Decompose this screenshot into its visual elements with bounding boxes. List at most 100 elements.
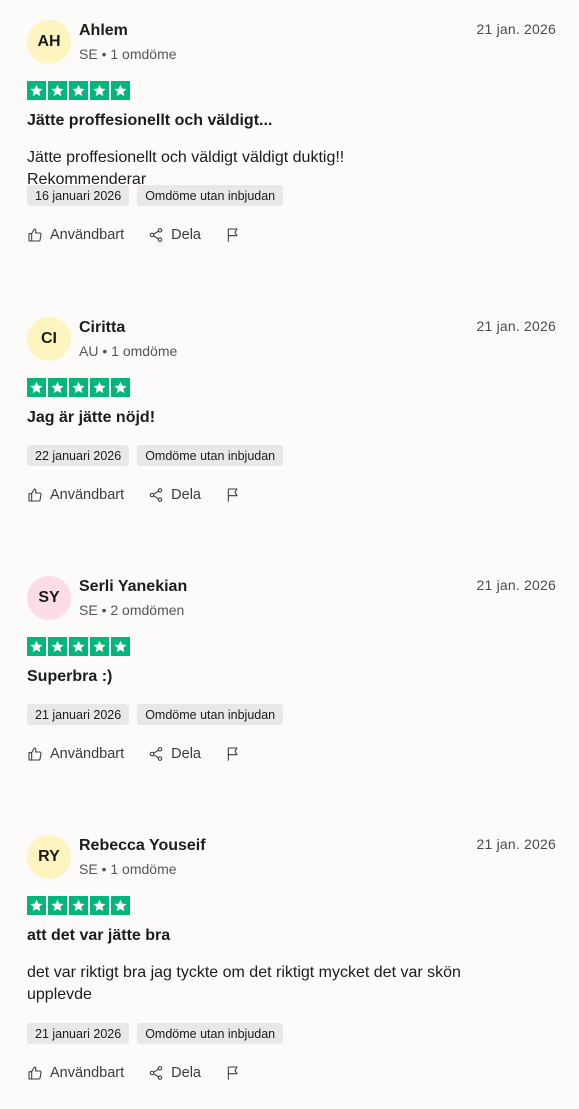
star-icon: [90, 896, 109, 915]
share-button[interactable]: Dela: [148, 487, 201, 503]
review-date: 21 jan. 2026: [476, 318, 556, 334]
star-icon: [69, 637, 88, 656]
experience-date-tag: 21 januari 2026: [27, 704, 130, 725]
useful-button[interactable]: Användbart: [27, 487, 124, 503]
reviewer-name[interactable]: Rebecca Youseif: [79, 837, 206, 855]
review-body: det var riktigt bra jag tyckte om det ri…: [27, 964, 461, 1003]
flag-icon: [225, 487, 241, 503]
review-tags: 16 januari 2026 Omdöme utan inbjudan: [27, 185, 284, 206]
reviewer-country: AU: [79, 343, 99, 359]
experience-date-tag: 16 januari 2026: [27, 185, 130, 206]
avatar[interactable]: SY: [27, 576, 71, 620]
reviewer-meta: SE • 1 omdöme: [79, 46, 177, 62]
useful-button[interactable]: Användbart: [27, 746, 124, 762]
share-label: Dela: [171, 227, 201, 243]
report-button[interactable]: [225, 487, 241, 503]
share-icon: [148, 487, 171, 503]
invite-status-tag: Omdöme utan inbjudan: [137, 704, 284, 725]
review-date: 21 jan. 2026: [476, 577, 556, 593]
star-icon: [69, 896, 88, 915]
star-icon: [48, 896, 67, 915]
share-button[interactable]: Dela: [148, 227, 201, 243]
review-title[interactable]: Jätte proffesionellt och väldigt...: [27, 112, 272, 130]
invite-status-tag: Omdöme utan inbjudan: [137, 445, 284, 466]
share-label: Dela: [171, 487, 201, 503]
reviewer-meta: AU • 1 omdöme: [79, 343, 177, 359]
reviewer-country: SE: [79, 46, 98, 62]
star-icon: [48, 81, 67, 100]
experience-date-tag: 21 januari 2026: [27, 1023, 130, 1044]
invite-status-tag: Omdöme utan inbjudan: [137, 1023, 284, 1044]
reviewer-meta: SE • 2 omdömen: [79, 602, 184, 618]
report-button[interactable]: [225, 746, 241, 762]
share-icon: [148, 1065, 171, 1081]
reviewer-name[interactable]: Serli Yanekian: [79, 578, 187, 596]
star-icon: [111, 81, 130, 100]
review-count: 1 omdöme: [110, 861, 177, 877]
share-button[interactable]: Dela: [148, 746, 201, 762]
review-actions: Användbart Dela: [27, 227, 241, 243]
thumbs-up-icon: [27, 487, 50, 503]
star-rating: [27, 81, 130, 100]
flag-icon: [225, 746, 241, 762]
star-icon: [111, 637, 130, 656]
star-icon: [90, 81, 109, 100]
flag-icon: [225, 1065, 241, 1081]
star-icon: [69, 378, 88, 397]
review-tags: 21 januari 2026 Omdöme utan inbjudan: [27, 704, 284, 725]
share-label: Dela: [171, 1065, 201, 1081]
review-title[interactable]: Jag är jätte nöjd!: [27, 409, 155, 427]
star-icon: [111, 378, 130, 397]
useful-button[interactable]: Användbart: [27, 227, 124, 243]
review-count: 1 omdöme: [110, 46, 177, 62]
star-rating: [27, 896, 130, 915]
star-rating: [27, 637, 130, 656]
meta-separator: •: [102, 343, 108, 359]
review-title[interactable]: att det var jätte bra: [27, 927, 170, 945]
review-actions: Användbart Dela: [27, 487, 241, 503]
review-date: 21 jan. 2026: [476, 21, 556, 37]
share-icon: [148, 746, 171, 762]
thumbs-up-icon: [27, 746, 50, 762]
reviewer-country: SE: [79, 602, 98, 618]
star-icon: [27, 378, 46, 397]
meta-separator: •: [101, 602, 107, 618]
flag-icon: [225, 227, 241, 243]
avatar[interactable]: RY: [27, 835, 71, 879]
review-count: 2 omdömen: [110, 602, 185, 618]
reviewer-country: SE: [79, 861, 98, 877]
avatar[interactable]: CI: [27, 317, 71, 361]
star-icon: [111, 896, 130, 915]
star-icon: [90, 378, 109, 397]
review-actions: Användbart Dela: [27, 746, 241, 762]
star-icon: [27, 896, 46, 915]
review-count: 1 omdöme: [111, 343, 178, 359]
useful-label: Användbart: [50, 227, 125, 243]
reviewer-meta: SE • 1 omdöme: [79, 861, 177, 877]
meta-separator: •: [101, 861, 107, 877]
reviewer-name[interactable]: Ahlem: [79, 22, 128, 40]
star-icon: [69, 81, 88, 100]
share-label: Dela: [171, 746, 201, 762]
share-button[interactable]: Dela: [148, 1065, 201, 1081]
star-icon: [48, 378, 67, 397]
star-icon: [90, 637, 109, 656]
star-icon: [27, 81, 46, 100]
review-date: 21 jan. 2026: [476, 836, 556, 852]
review-actions: Användbart Dela: [27, 1065, 241, 1081]
reviewer-name[interactable]: Ciritta: [79, 319, 125, 337]
report-button[interactable]: [225, 227, 241, 243]
useful-label: Användbart: [50, 487, 125, 503]
useful-label: Användbart: [50, 1065, 125, 1081]
meta-separator: •: [101, 46, 107, 62]
share-icon: [148, 227, 171, 243]
star-rating: [27, 378, 130, 397]
report-button[interactable]: [225, 1065, 241, 1081]
useful-label: Användbart: [50, 746, 125, 762]
review-tags: 22 januari 2026 Omdöme utan inbjudan: [27, 445, 284, 466]
thumbs-up-icon: [27, 227, 50, 243]
review-title[interactable]: Superbra :): [27, 668, 112, 686]
star-icon: [48, 637, 67, 656]
avatar[interactable]: AH: [27, 20, 71, 64]
useful-button[interactable]: Användbart: [27, 1065, 124, 1081]
